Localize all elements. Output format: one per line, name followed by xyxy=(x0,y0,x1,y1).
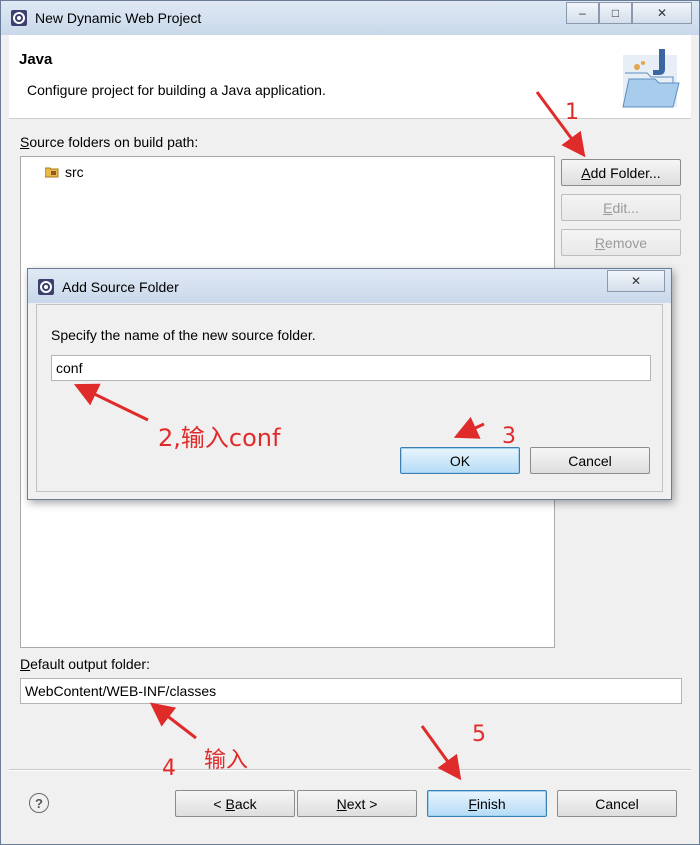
arrow-step4 xyxy=(149,702,197,740)
annotation-step4-text: 输入 xyxy=(204,748,249,773)
annotation-step4-number: 4 xyxy=(162,756,176,781)
arrow-step3 xyxy=(453,416,485,439)
annotation-step1: 1 xyxy=(565,100,579,125)
annotation-step3: 3 xyxy=(502,424,516,449)
arrow-step5 xyxy=(420,725,462,781)
arrow-step2 xyxy=(73,383,149,422)
annotation-step5: 5 xyxy=(472,722,486,747)
annotation-step2: 2,输入conf xyxy=(158,424,281,452)
annotation-arrows xyxy=(73,91,586,781)
